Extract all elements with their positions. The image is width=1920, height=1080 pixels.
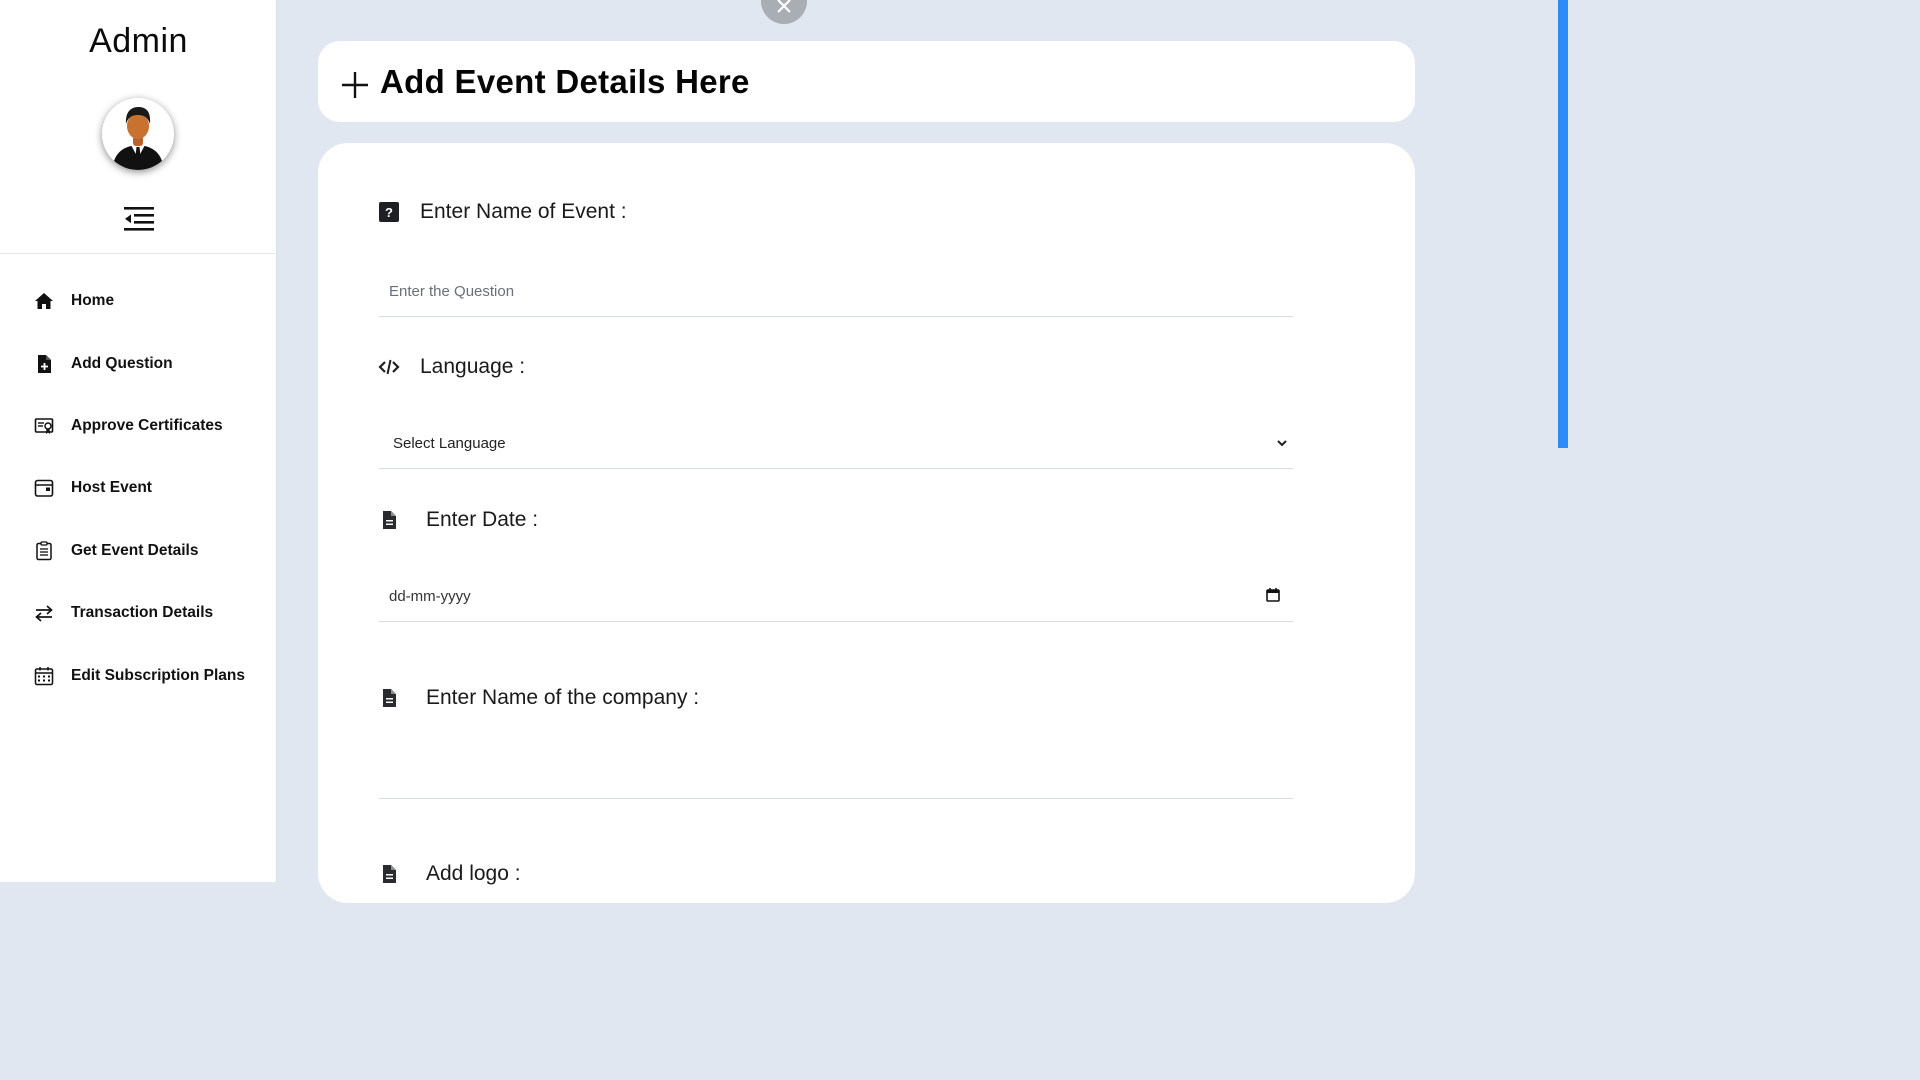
event-form: ? Enter Name of Event : Language : Selec… xyxy=(318,143,1415,903)
sidebar-item-label: Approve Certificates xyxy=(71,416,223,434)
avatar[interactable] xyxy=(102,98,174,170)
page-title: Add Event Details Here xyxy=(380,63,750,100)
sidebar-divider xyxy=(0,253,277,254)
company-label-row: Enter Name of the company : xyxy=(378,686,699,710)
sidebar-item-label: Add Question xyxy=(71,354,173,372)
date-label-row: Enter Date : xyxy=(378,508,538,532)
event-name-label-row: ? Enter Name of Event : xyxy=(378,200,627,224)
user-avatar-icon xyxy=(102,98,174,170)
sidebar-item-label: Host Event xyxy=(71,479,152,497)
code-icon xyxy=(378,356,400,378)
sidebar-item-get-event-details[interactable]: Get Event Details xyxy=(0,520,277,582)
company-field-wrap xyxy=(379,749,1293,799)
language-label-row: Language : xyxy=(378,355,525,379)
date-input[interactable]: dd-mm-yyyy xyxy=(379,572,1293,622)
sidebar-item-label: Transaction Details xyxy=(71,604,214,622)
plus-icon xyxy=(342,72,368,98)
sidebar: Admin Home Add Question Approve Certific… xyxy=(0,0,277,882)
sidebar-item-label: Edit Subscription Plans xyxy=(71,666,245,684)
sidebar-item-host-event[interactable]: Host Event xyxy=(0,457,277,519)
file-icon xyxy=(378,863,400,885)
certificate-icon xyxy=(33,415,55,437)
sidebar-item-approve-certificates[interactable]: Approve Certificates xyxy=(0,395,277,457)
language-select-value: Select Language xyxy=(393,435,506,452)
menu-collapse-icon xyxy=(124,207,154,231)
sidebar-item-label: Get Event Details xyxy=(71,541,199,559)
sidebar-nav: Home Add Question Approve Certificates H… xyxy=(0,270,277,707)
brand-title: Admin xyxy=(89,22,188,60)
clipboard-list-icon xyxy=(33,540,55,562)
sidebar-item-edit-subscription-plans[interactable]: Edit Subscription Plans xyxy=(0,644,277,706)
close-button[interactable] xyxy=(761,0,807,24)
swap-arrows-icon xyxy=(33,602,55,624)
event-name-field-wrap xyxy=(379,267,1293,317)
home-icon xyxy=(33,290,55,312)
menu-toggle-button[interactable] xyxy=(122,204,156,234)
file-icon xyxy=(378,687,400,709)
language-select[interactable]: Select Language xyxy=(379,419,1293,469)
question-square-icon: ? xyxy=(378,201,400,223)
close-icon xyxy=(777,0,791,13)
company-name-input[interactable] xyxy=(379,765,1293,782)
event-name-label: Enter Name of Event : xyxy=(420,200,627,223)
language-label: Language : xyxy=(420,355,526,378)
page-header-card: Add Event Details Here xyxy=(318,41,1415,122)
date-input-value: dd-mm-yyyy xyxy=(389,588,471,605)
sidebar-item-label: Home xyxy=(71,292,115,310)
logo-label: Add logo : xyxy=(426,862,521,885)
calendar-window-icon xyxy=(33,477,55,499)
chevron-down-icon xyxy=(1277,440,1287,447)
sidebar-item-home[interactable]: Home xyxy=(0,270,277,332)
logo-label-row: Add logo : xyxy=(378,862,521,886)
sidebar-item-transaction-details[interactable]: Transaction Details xyxy=(0,582,277,644)
add-document-icon xyxy=(33,353,55,375)
sidebar-item-add-question[interactable]: Add Question xyxy=(0,332,277,394)
date-label: Enter Date : xyxy=(426,508,539,531)
file-icon xyxy=(378,509,400,531)
scrollbar-thumb[interactable] xyxy=(1558,0,1568,448)
svg-text:?: ? xyxy=(385,205,393,220)
calendar-picker-icon[interactable] xyxy=(1265,587,1281,603)
event-name-input[interactable] xyxy=(379,283,1293,300)
calendar-grid-icon xyxy=(33,665,55,687)
company-label: Enter Name of the company : xyxy=(426,686,700,709)
